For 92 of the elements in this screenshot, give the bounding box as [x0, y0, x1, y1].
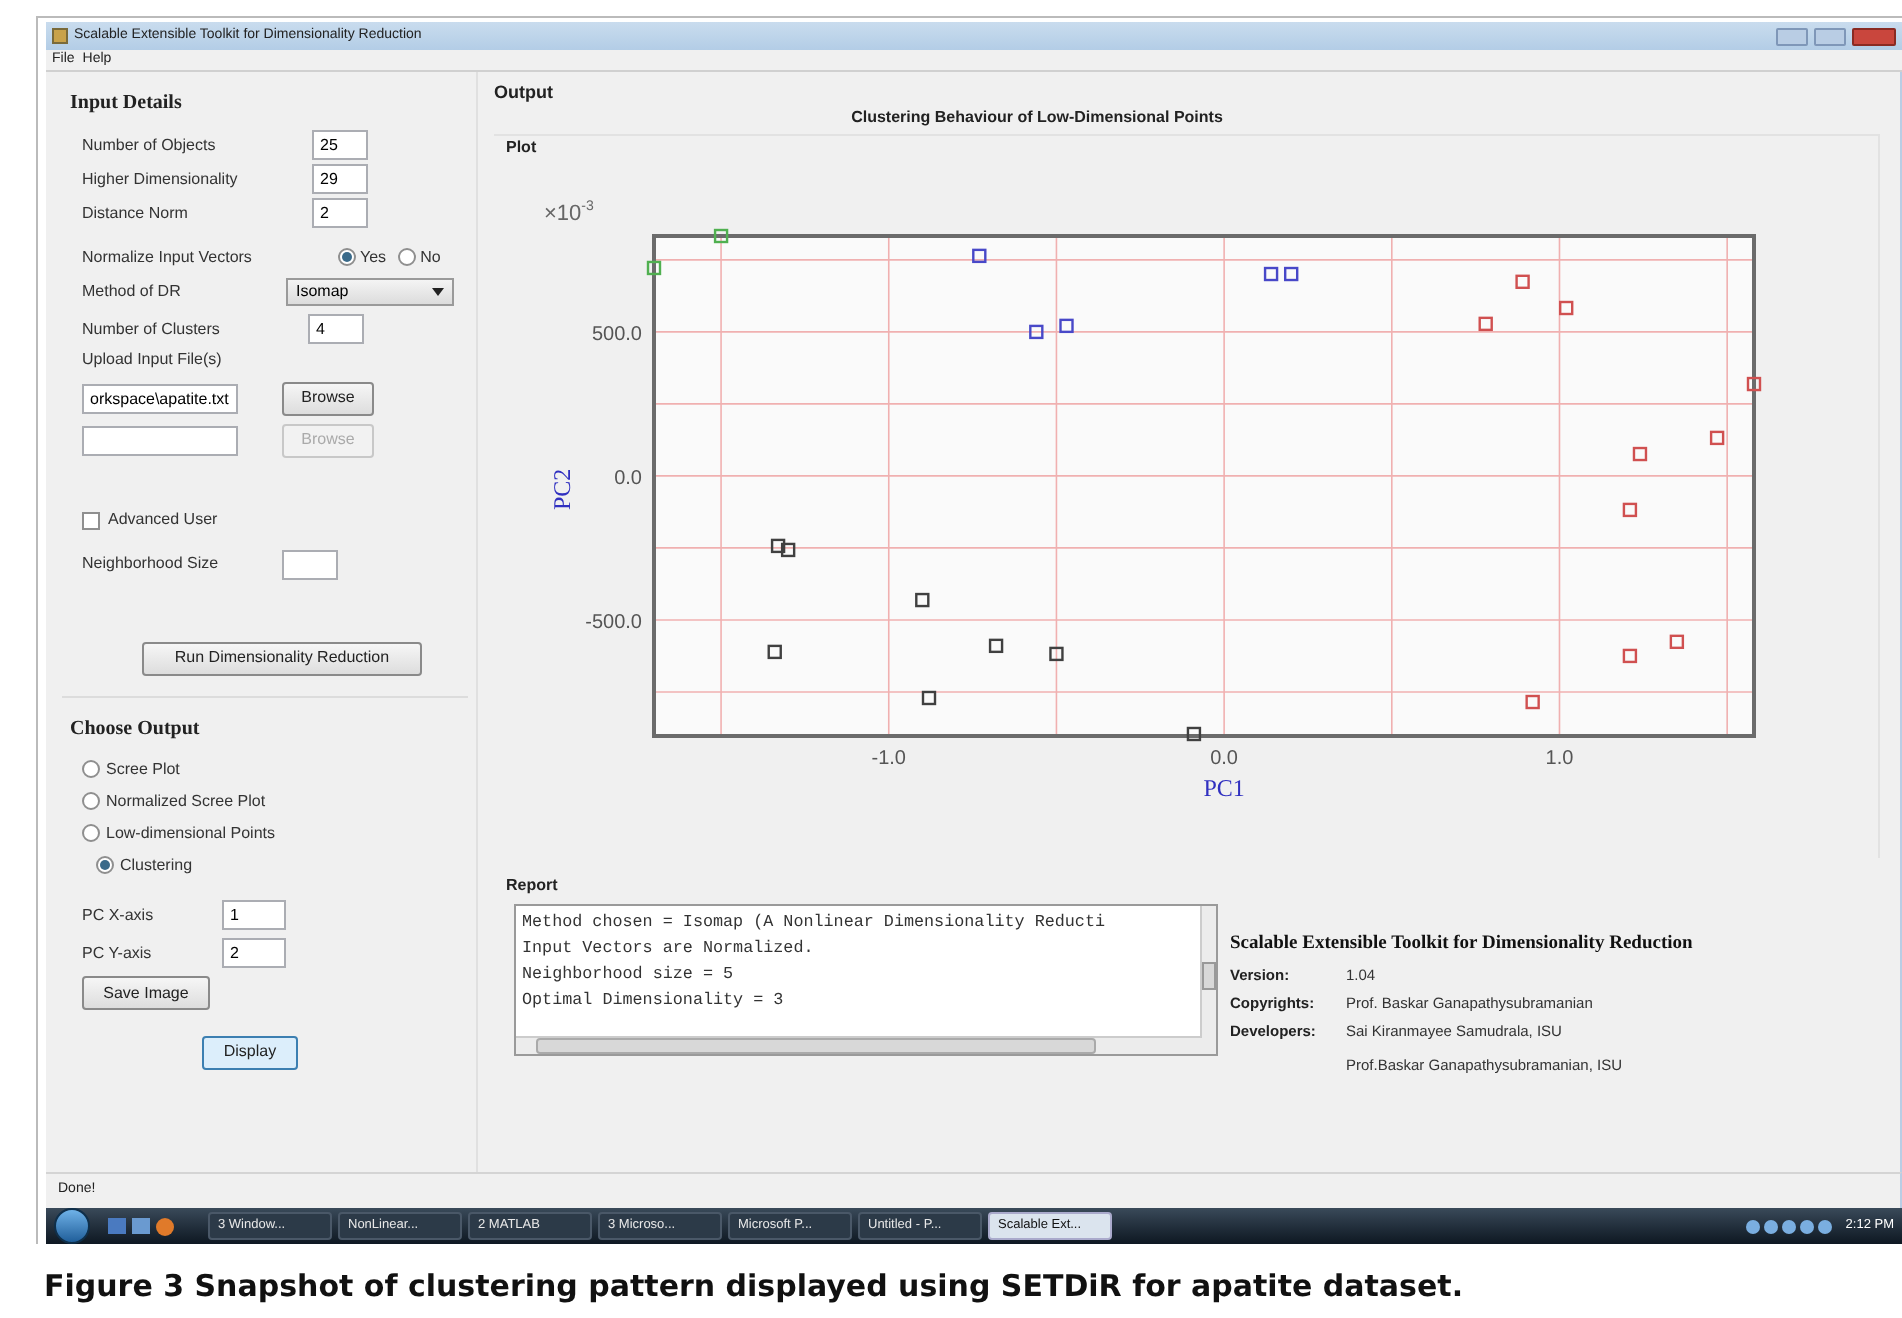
radio-label: Scree Plot — [106, 757, 180, 781]
input-field[interactable]: 4 — [308, 314, 364, 344]
input-field[interactable] — [282, 549, 338, 579]
radio-button[interactable] — [82, 824, 100, 842]
section-title: Input Details — [70, 90, 184, 118]
field-label: Upload Input File(s) — [82, 348, 224, 372]
checkbox[interactable] — [82, 511, 100, 529]
x-tick-label: 1.0 — [1545, 747, 1574, 769]
minimize-button[interactable] — [1776, 27, 1808, 45]
figure-caption: Figure 3 Snapshot of clustering pattern displayed using SETDiR for apatite dataset. — [44, 1268, 1464, 1304]
field-label: Neighborhood Size — [82, 552, 221, 576]
x-tick-label: 0.0 — [1210, 747, 1239, 769]
data-point — [767, 643, 782, 659]
input-field[interactable]: 25 — [312, 130, 368, 160]
data-point — [1632, 445, 1648, 461]
data-point — [646, 259, 662, 275]
radio-button[interactable] — [338, 248, 356, 266]
data-point — [1669, 633, 1685, 649]
data-point — [988, 637, 1004, 653]
method-dropdown[interactable]: Isomap — [286, 277, 454, 305]
checkbox-label: Advanced User — [108, 508, 218, 532]
input-field[interactable]: orkspace\apatite.txt — [82, 383, 238, 413]
close-button[interactable] — [1852, 27, 1896, 45]
panel-title: Plot — [506, 135, 539, 159]
tray-icons-drawing — [1745, 1219, 1832, 1233]
data-point — [1622, 501, 1638, 517]
field-label: Normalize Input Vectors — [82, 245, 254, 269]
radio-label: Normalized Scree Plot — [106, 789, 266, 813]
x-tick-label: -1.0 — [871, 747, 906, 769]
y-tick-label: 500.0 — [591, 322, 642, 345]
report-line: Neighborhood size = 5 — [522, 961, 736, 987]
input-field[interactable]: 2 — [222, 938, 286, 968]
display-button[interactable]: Display — [202, 1035, 298, 1069]
data-point — [1559, 299, 1574, 315]
about-title: Scalable Extensible Toolkit for Dimensionality Reduction — [1230, 931, 1693, 957]
radio-label: Clustering — [120, 853, 193, 877]
report-line: Optimal Dimensionality = 3 — [522, 987, 786, 1013]
report-line: Method chosen = Isomap (A Nonlinear Dimensionality Reducti — [522, 909, 1107, 935]
chart-title: Clustering Behaviour of Low-Dimensional Points — [851, 105, 1223, 129]
field-label: Number of Objects — [82, 133, 218, 157]
input-field[interactable] — [82, 425, 238, 455]
data-point — [713, 227, 729, 243]
start-button[interactable] — [54, 1208, 90, 1244]
radio-button[interactable] — [398, 248, 417, 266]
data-point — [1049, 645, 1064, 661]
section-title: Output — [494, 80, 555, 106]
field-label: PC Y-axis — [82, 941, 154, 965]
data-point — [972, 247, 987, 263]
save-image-button[interactable]: Save Image — [82, 976, 210, 1010]
report-line: Input Vectors are Normalized. — [522, 935, 816, 961]
radio-button[interactable] — [82, 792, 100, 810]
data-point — [1059, 317, 1074, 333]
maximize-button[interactable] — [1814, 27, 1846, 45]
run-button[interactable]: Run Dimensionality Reduction — [142, 641, 422, 675]
data-point — [1622, 647, 1638, 663]
y-axis-label: PC2 — [548, 467, 576, 509]
report-text-area[interactable]: Method chosen = Isomap (A Nonlinear Dimensionality Reducti Input Vectors are Normalized. Neighborhood size = 5 Optimal Dimensionality = 3 — [514, 903, 1218, 1055]
input-field[interactable]: 29 — [312, 164, 368, 194]
data-point — [1709, 429, 1725, 445]
field-label: PC X-axis — [82, 903, 156, 927]
input-field[interactable]: 2 — [312, 198, 368, 228]
radio-label: No — [420, 245, 441, 269]
field-label: Number of Clusters — [82, 317, 222, 341]
section-title: Report — [506, 873, 560, 897]
data-point — [1284, 265, 1299, 281]
radio-label: Yes — [360, 245, 387, 269]
input-field[interactable]: 1 — [222, 900, 286, 930]
caret-icon — [432, 287, 444, 295]
data-point — [1186, 725, 1202, 741]
data-point — [1515, 273, 1530, 288]
y-tick-label: -500.0 — [585, 610, 642, 633]
x-axis-label: PC1 — [1203, 773, 1245, 801]
field-label: Distance Norm — [82, 201, 190, 225]
radio-label: Low-dimensional Points — [106, 821, 275, 845]
vertical-scrollbar[interactable] — [1200, 905, 1216, 1037]
y-tick-label: 0.0 — [614, 466, 642, 489]
field-label: Higher Dimensionality — [82, 167, 240, 191]
radio-button[interactable] — [82, 760, 100, 778]
data-point — [1029, 323, 1044, 339]
multiplier-label: ×10$^{-3}$ — [544, 199, 594, 225]
data-point — [915, 591, 930, 607]
field-label: Method of DR — [82, 279, 183, 303]
data-point — [1746, 375, 1762, 391]
data-point — [1478, 315, 1493, 331]
section-title: Choose Output — [70, 716, 202, 744]
data-point — [1525, 693, 1540, 709]
app-icon — [52, 28, 68, 44]
radio-button[interactable] — [96, 856, 114, 874]
data-point — [1263, 265, 1279, 281]
browse-button[interactable]: Browse — [282, 381, 374, 415]
data-point — [921, 689, 937, 705]
horizontal-scrollbar[interactable] — [516, 1035, 1216, 1053]
